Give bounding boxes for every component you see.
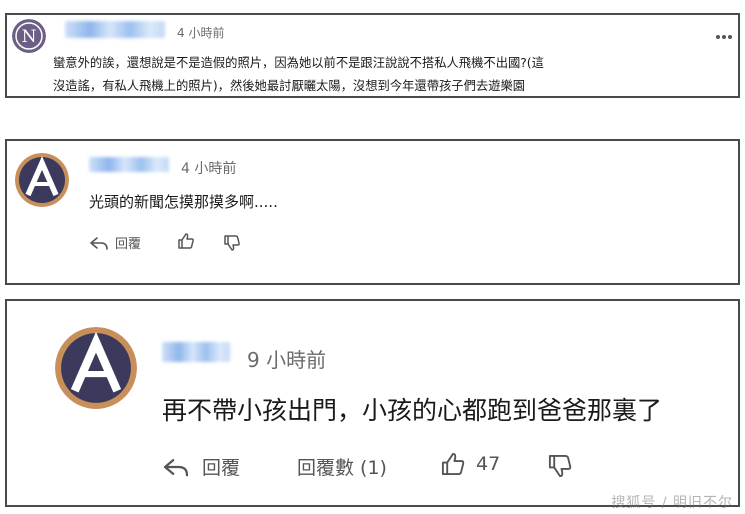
avatar-a-icon bbox=[55, 327, 137, 409]
comment-time: 4 小時前 bbox=[177, 26, 225, 40]
username-redacted[interactable] bbox=[65, 21, 165, 38]
comment-text: 光頭的新聞怎摸那摸多啊..... bbox=[89, 193, 278, 211]
like-button[interactable] bbox=[177, 232, 195, 250]
reply-icon bbox=[90, 236, 108, 250]
reply-label: 回覆 bbox=[202, 457, 241, 479]
username-redacted[interactable] bbox=[89, 157, 169, 172]
thumbs-up-icon bbox=[441, 452, 465, 476]
thumbs-up-icon bbox=[178, 233, 194, 249]
comment-card-1: N 4 小時前 蠻意外的誒，還想說是不是造假的照片，因為她以前不是跟汪說說不搭私… bbox=[5, 13, 740, 98]
avatar[interactable]: N bbox=[12, 19, 46, 53]
reply-button[interactable]: 回覆 bbox=[162, 453, 240, 480]
reply-label: 回覆 bbox=[115, 237, 142, 252]
comment-card-3: 9 小時前 再不帶小孩出門，小孩的心都跑到爸爸那裏了 回覆 回覆數 (1) 47 bbox=[5, 299, 740, 507]
comment-time: 9 小時前 bbox=[247, 348, 327, 372]
replies-count-button[interactable]: 回覆數 (1) bbox=[297, 453, 387, 480]
avatar[interactable] bbox=[55, 327, 137, 409]
username-redacted[interactable] bbox=[162, 342, 230, 362]
like-button[interactable]: 47 bbox=[440, 451, 500, 477]
replies-count-label: 回覆數 (1) bbox=[297, 457, 387, 479]
comment-card-2: 4 小時前 光頭的新聞怎摸那摸多啊..... 回覆 bbox=[5, 139, 740, 285]
comment-text-line-2: 沒造謠，有私人飛機上的照片)，然後她最討厭曬太陽，沒想到今年還帶孩子們去遊樂園 bbox=[53, 79, 526, 93]
thumbs-down-icon bbox=[548, 454, 572, 478]
more-icon[interactable] bbox=[715, 25, 733, 44]
svg-text:N: N bbox=[22, 27, 37, 47]
watermark: 搜狐号 / 明旧不尔 bbox=[611, 495, 733, 511]
avatar-n-icon: N bbox=[12, 19, 46, 53]
dislike-button[interactable] bbox=[223, 234, 241, 252]
reply-button[interactable]: 回覆 bbox=[89, 233, 141, 252]
avatar[interactable] bbox=[15, 153, 69, 207]
avatar-a-icon bbox=[15, 153, 69, 207]
like-count: 47 bbox=[476, 453, 501, 475]
dislike-button[interactable] bbox=[547, 453, 573, 479]
comment-time: 4 小時前 bbox=[181, 161, 237, 177]
comment-text: 再不帶小孩出門，小孩的心都跑到爸爸那裏了 bbox=[162, 396, 663, 425]
comment-text-line-1: 蠻意外的誒，還想說是不是造假的照片，因為她以前不是跟汪說說不搭私人飛機不出國?(… bbox=[53, 56, 544, 70]
thumbs-down-icon bbox=[224, 235, 240, 251]
reply-icon bbox=[163, 458, 189, 476]
